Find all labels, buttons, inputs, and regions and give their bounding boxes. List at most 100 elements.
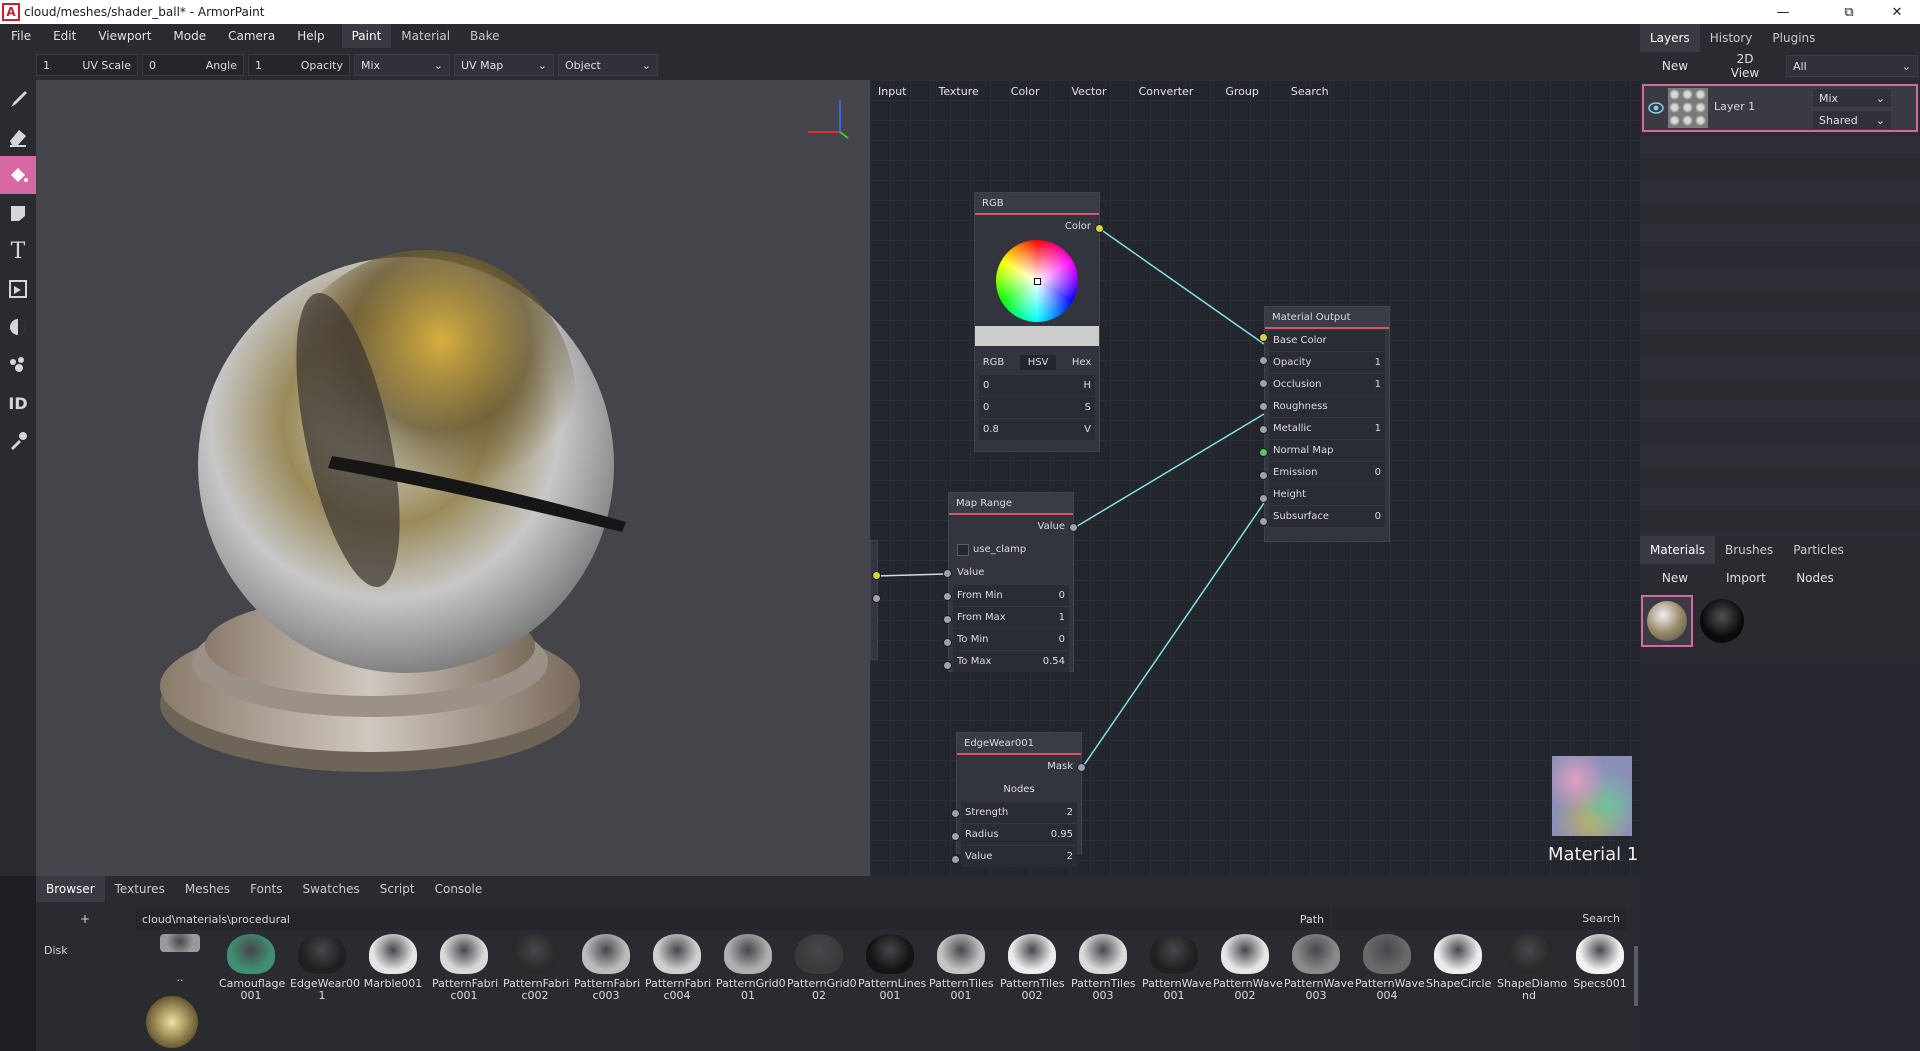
to-max-socket[interactable] xyxy=(943,661,952,670)
browser-item[interactable]: PatternGrid0 01 xyxy=(716,934,786,1002)
from-min-socket[interactable] xyxy=(943,592,952,601)
rgb-mode-rgb[interactable]: RGB xyxy=(983,357,1005,368)
strength-socket[interactable] xyxy=(951,809,960,818)
to-min-field[interactable]: To Min 0 xyxy=(953,629,1069,650)
browser-item[interactable]: EdgeWear00 1 xyxy=(290,934,360,1002)
from-min-field[interactable]: From Min 0 xyxy=(953,585,1069,606)
browser-item[interactable]: Camouflage 001 xyxy=(219,934,285,1002)
tab-browser[interactable]: Browser xyxy=(36,876,105,902)
edgewear-value-socket[interactable] xyxy=(951,855,960,864)
edgewear-node[interactable]: EdgeWear001 Mask Nodes Strength 2 Radius 0… xyxy=(956,732,1082,867)
material-input-socket[interactable] xyxy=(1259,517,1268,526)
browser-item[interactable]: PatternWave 001 xyxy=(1142,934,1212,1002)
browser-item[interactable]: PatternFabri c001 xyxy=(432,934,498,1002)
menu-mode[interactable]: Mode xyxy=(162,24,217,48)
eye-icon[interactable] xyxy=(1648,101,1664,115)
tab-meshes[interactable]: Meshes xyxy=(175,876,240,902)
colorid-tool[interactable]: ID xyxy=(0,384,36,422)
rgb-mode-hsv[interactable]: HSV xyxy=(1019,354,1057,370)
browser-item[interactable]: Specs001 xyxy=(1568,934,1632,990)
layer-row[interactable]: Layer 1 Mix ⌄ Shared ⌄ xyxy=(1642,84,1918,132)
browser-scrollbar[interactable] xyxy=(1634,946,1638,1006)
to-max-field[interactable]: To Max 0.54 xyxy=(953,651,1069,672)
map-range-value-socket[interactable] xyxy=(943,569,952,578)
material-input-socket[interactable] xyxy=(1259,425,1268,434)
browser-item[interactable]: PatternWave 003 xyxy=(1284,934,1354,1002)
path-field[interactable]: cloud\materials\procedural Path xyxy=(136,908,1330,930)
rgb-color-output-socket[interactable] xyxy=(1095,224,1104,233)
eraser-tool[interactable] xyxy=(0,118,36,156)
browser-item[interactable]: PatternGrid0 02 xyxy=(787,934,857,1002)
menu-viewport[interactable]: Viewport xyxy=(87,24,162,48)
material-input-metallic[interactable]: Metallic 1 xyxy=(1269,418,1385,439)
material-input-socket[interactable] xyxy=(1259,333,1268,342)
close-button[interactable]: ✕ xyxy=(1874,0,1920,24)
tab-script[interactable]: Script xyxy=(370,876,425,902)
from-max-socket[interactable] xyxy=(943,615,952,624)
add-path-button[interactable]: + xyxy=(80,912,90,926)
minimize-button[interactable]: — xyxy=(1760,0,1806,24)
map-range-node[interactable]: Map Range Value use_clamp Value From Min… xyxy=(948,492,1074,672)
layer-scope-dropdown[interactable]: Shared ⌄ xyxy=(1812,110,1892,130)
tab-particles[interactable]: Particles xyxy=(1783,536,1854,564)
material-input-emission[interactable]: Emission 0 xyxy=(1269,462,1385,483)
color-wheel[interactable] xyxy=(975,240,1099,322)
tab-console[interactable]: Console xyxy=(425,876,493,902)
opacity-field[interactable]: 1 Opacity xyxy=(248,54,350,76)
browser-item[interactable]: Marble001 xyxy=(361,934,425,990)
tab-layers[interactable]: Layers xyxy=(1640,24,1700,52)
material-input-socket[interactable] xyxy=(1259,471,1268,480)
use-clamp-checkbox[interactable] xyxy=(957,543,969,556)
rgb-node[interactable]: RGB Color RGB HSV Hex 0H 0S 0.8 V xyxy=(974,192,1100,452)
tab-fonts[interactable]: Fonts xyxy=(240,876,292,902)
edgewear-mask-socket[interactable] xyxy=(1077,763,1086,772)
menu-edit[interactable]: Edit xyxy=(42,24,87,48)
tab-swatches[interactable]: Swatches xyxy=(292,876,369,902)
radius-field[interactable]: Radius 0.95 xyxy=(961,824,1077,845)
material-input-socket[interactable] xyxy=(1259,402,1268,411)
material-input-socket[interactable] xyxy=(1259,379,1268,388)
browser-item[interactable]: PatternFabri c004 xyxy=(645,934,711,1002)
color-wheel-cursor[interactable] xyxy=(1034,278,1041,285)
browser-item[interactable]: .. xyxy=(148,934,212,984)
to-min-socket[interactable] xyxy=(943,638,952,647)
blend-dropdown[interactable]: Mix ⌄ xyxy=(354,54,450,76)
map-range-output-socket[interactable] xyxy=(1069,523,1078,532)
use-clamp-row[interactable]: use_clamp xyxy=(949,538,1073,561)
hsv-s-field[interactable]: 0S xyxy=(979,397,1095,418)
new-layer-button[interactable]: New xyxy=(1640,59,1710,73)
maximize-button[interactable]: ⧉ xyxy=(1826,0,1872,24)
browser-item[interactable]: ShapeCircle xyxy=(1426,934,1491,990)
material-input-subsurface[interactable]: Subsurface 0 xyxy=(1269,506,1385,527)
viewport-3d[interactable] xyxy=(36,80,870,876)
blur-tool[interactable] xyxy=(0,308,36,346)
tab-materials[interactable]: Materials xyxy=(1640,536,1716,564)
tab-brushes[interactable]: Brushes xyxy=(1715,536,1783,564)
picker-tool[interactable] xyxy=(0,422,36,460)
material-nodes-button[interactable]: Nodes xyxy=(1780,571,1850,585)
material-input-socket[interactable] xyxy=(1259,448,1268,457)
browser-item[interactable]: PatternFabri c002 xyxy=(503,934,569,1002)
browser-extra-item[interactable] xyxy=(146,996,198,1048)
new-material-button[interactable]: New xyxy=(1640,571,1710,585)
edgewear-nodes-button[interactable]: Nodes xyxy=(957,778,1081,801)
edgewear-value-field[interactable]: Value 2 xyxy=(961,846,1077,867)
radius-socket[interactable] xyxy=(951,832,960,841)
browser-item[interactable]: PatternTiles 001 xyxy=(929,934,994,1002)
material-slot-1[interactable] xyxy=(1641,595,1693,647)
clone-tool[interactable] xyxy=(0,270,36,308)
offscreen-output-socket[interactable] xyxy=(872,571,881,580)
tab-textures[interactable]: Textures xyxy=(105,876,175,902)
browser-item[interactable]: PatternFabri c003 xyxy=(574,934,640,1002)
material-output-node[interactable]: Material Output Base Color Opacity 1 Occlus… xyxy=(1264,306,1390,542)
object-dropdown[interactable]: Object ⌄ xyxy=(558,54,658,76)
menu-camera[interactable]: Camera xyxy=(217,24,286,48)
particle-tool[interactable] xyxy=(0,346,36,384)
brush-tool[interactable] xyxy=(0,80,36,118)
axis-gizmo[interactable] xyxy=(808,100,849,139)
tab-history[interactable]: History xyxy=(1700,24,1763,52)
browser-item[interactable]: PatternTiles 002 xyxy=(1000,934,1065,1002)
tab-bake[interactable]: Bake xyxy=(460,24,510,48)
material-slot-2[interactable] xyxy=(1700,599,1744,643)
browser-item[interactable]: PatternWave 004 xyxy=(1355,934,1425,1002)
